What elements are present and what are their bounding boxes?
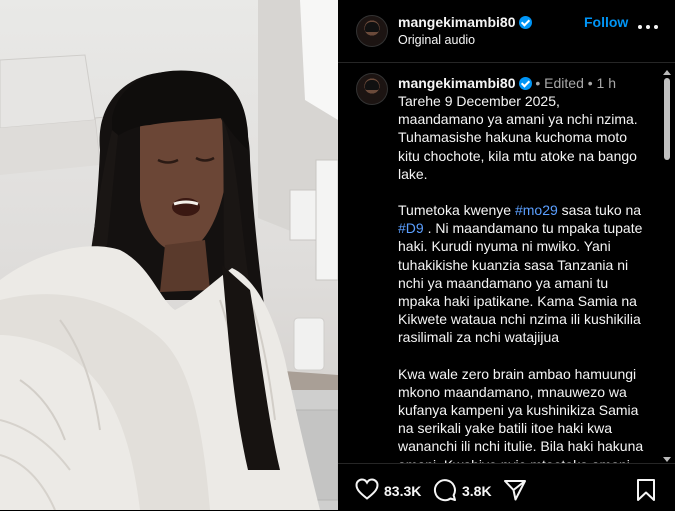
more-options-icon[interactable]	[638, 17, 658, 37]
caption-text-segment: sasa tuko na	[557, 202, 642, 219]
caption-paragraph-1: Tarehe 9 December 2025, maandamano ya am…	[398, 93, 638, 182]
bookmark-icon[interactable]	[636, 478, 656, 502]
video-frame-scene	[0, 0, 338, 510]
author-username-row[interactable]: mangekimambi80	[398, 14, 532, 32]
hashtag-link-d9[interactable]: #D9	[398, 220, 424, 236]
caption-text: Tarehe 9 December 2025, maandamano ya am…	[398, 92, 646, 463]
caption-paragraph-2: Tumetoka kwenye #mo29 sasa tuko na #D9 .…	[398, 201, 646, 347]
action-bar: 83.3K 3.8K	[338, 463, 675, 511]
caption-author-avatar[interactable]	[356, 73, 388, 105]
author-username[interactable]: mangekimambi80	[398, 14, 516, 30]
caption-verified-badge-icon	[518, 77, 532, 90]
caption-text-segment: Tumetoka kwenye	[398, 202, 515, 219]
author-avatar[interactable]	[356, 15, 388, 47]
hashtag-link-mo29[interactable]: #mo29	[515, 202, 558, 218]
follow-button[interactable]: Follow	[584, 14, 628, 30]
caption-scrollbar[interactable]	[663, 70, 671, 462]
caption-paragraph-3: Kwa wale zero brain ambao hamuungi mkono…	[398, 365, 644, 463]
caption-area[interactable]: mangekimambi80 • Edited • 1 h Tarehe 9 D…	[338, 63, 675, 463]
scroll-down-arrow-icon[interactable]	[663, 457, 671, 462]
caption-text-segment: . Ni maandamano tu mpaka tupate haki. Ku…	[398, 220, 643, 346]
share-paper-plane-icon[interactable]	[503, 478, 527, 502]
post-panel: mangekimambi80 Original audio Follow man…	[338, 0, 675, 510]
reel-video[interactable]	[0, 0, 338, 510]
scrollbar-thumb[interactable]	[664, 78, 670, 160]
caption-meta: • Edited • 1 h	[531, 75, 617, 91]
verified-badge-icon	[518, 16, 532, 29]
comment-count[interactable]: 3.8K	[462, 483, 492, 499]
caption-header: mangekimambi80 • Edited • 1 h	[398, 75, 616, 91]
caption-username[interactable]: mangekimambi80	[398, 75, 516, 91]
scroll-up-arrow-icon[interactable]	[663, 70, 671, 75]
comment-bubble-icon[interactable]	[433, 478, 457, 502]
post-header: mangekimambi80 Original audio Follow	[338, 0, 675, 63]
heart-icon[interactable]	[355, 478, 379, 500]
audio-label[interactable]: Original audio	[398, 33, 475, 47]
like-count[interactable]: 83.3K	[384, 483, 421, 499]
